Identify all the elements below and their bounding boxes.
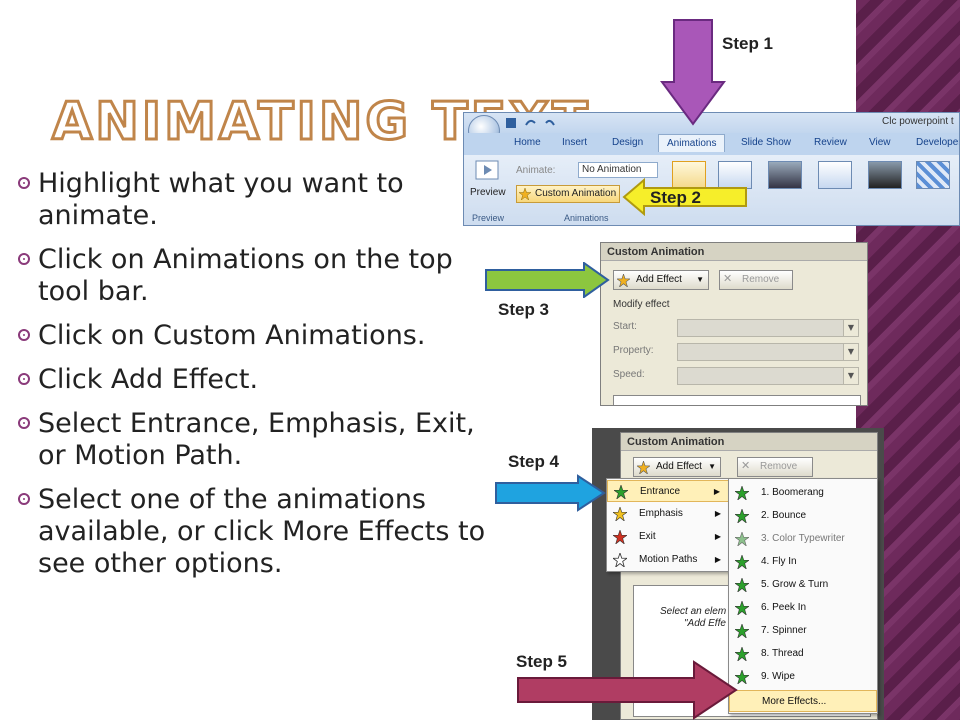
panel-title: Custom Animation <box>601 243 867 261</box>
entrance-submenu: 1. Boomerang 2. Bounce 3. Color Typewrit… <box>728 478 878 714</box>
chevron-right-icon: ▶ <box>714 532 721 541</box>
bullet-marker-icon <box>18 373 30 385</box>
effect-star-icon <box>735 486 749 500</box>
animations-group-label: Animations <box>564 213 609 223</box>
chevron-down-icon: ▼ <box>843 344 858 360</box>
tab-review[interactable]: Review <box>814 137 847 148</box>
effect-star-icon <box>735 532 749 546</box>
submenu-item[interactable]: 6. Peek In <box>729 597 877 619</box>
bullet-item: Click Add Effect. <box>18 364 498 396</box>
step-4-label: Step 4 <box>508 452 560 471</box>
step-1-label: Step 1 <box>722 34 774 53</box>
tab-developer[interactable]: Developer <box>916 137 959 148</box>
menu-item-entrance[interactable]: Entrance ▶ <box>607 480 729 502</box>
add-effect-menu: Entrance ▶ Emphasis ▶ Exit ▶ Motion Paths ▶ <box>606 478 730 572</box>
remove-icon: ✕ <box>741 459 751 472</box>
step-3-arrow-icon <box>485 262 610 298</box>
property-field[interactable]: ▼ <box>677 343 859 361</box>
chevron-right-icon: ▶ <box>713 487 720 496</box>
tab-animations[interactable]: Animations <box>658 134 726 152</box>
emphasis-star-icon <box>613 507 627 521</box>
animate-label: Animate: <box>516 165 556 176</box>
menu-item-motion-paths[interactable]: Motion Paths ▶ <box>607 549 729 571</box>
start-field[interactable]: ▼ <box>677 319 859 337</box>
effect-star-icon <box>735 624 749 638</box>
step-3-label: Step 3 <box>498 300 550 319</box>
transition-thumbnail[interactable] <box>868 161 902 189</box>
tab-insert[interactable]: Insert <box>562 137 587 148</box>
chevron-down-icon: ▼ <box>843 368 858 384</box>
hint-text: "Add Effe <box>684 618 726 629</box>
animate-combo[interactable]: No Animation <box>578 162 658 178</box>
chevron-down-icon: ▼ <box>696 275 704 284</box>
transition-thumbnail[interactable] <box>768 161 802 189</box>
effect-star-icon <box>735 647 749 661</box>
transition-thumbnail[interactable] <box>916 161 950 189</box>
submenu-item[interactable]: 7. Spinner <box>729 620 877 642</box>
tab-slide-show[interactable]: Slide Show <box>741 137 791 148</box>
bullet-item: Highlight what you want to animate. <box>18 168 498 232</box>
start-label: Start: <box>613 321 637 332</box>
speed-field[interactable]: ▼ <box>677 367 859 385</box>
panel-title: Custom Animation <box>621 433 877 451</box>
modify-effect-label: Modify effect <box>613 299 670 310</box>
star-icon <box>617 274 630 287</box>
hint-text: Select an elem <box>660 606 727 617</box>
submenu-item[interactable]: 5. Grow & Turn <box>729 574 877 596</box>
submenu-item[interactable]: 2. Bounce <box>729 505 877 527</box>
step-4-arrow-icon <box>495 474 606 512</box>
window-title: Clc powerpoint t <box>882 116 954 127</box>
entrance-star-icon <box>614 485 628 499</box>
bullet-item: Select one of the animations available, … <box>18 484 498 580</box>
motion-path-star-icon <box>613 553 627 567</box>
submenu-item[interactable]: 4. Fly In <box>729 551 877 573</box>
effect-star-icon <box>735 509 749 523</box>
chevron-down-icon: ▼ <box>708 462 716 471</box>
menu-item-exit[interactable]: Exit ▶ <box>607 526 729 548</box>
remove-icon: ✕ <box>723 272 733 285</box>
submenu-item[interactable]: 3. Color Typewriter <box>729 528 877 550</box>
chevron-down-icon: ▼ <box>843 320 858 336</box>
bullet-marker-icon <box>18 177 30 189</box>
tab-design[interactable]: Design <box>612 137 643 148</box>
ribbon-tabs: Home Insert Design Animations Slide Show… <box>464 133 959 156</box>
step-5-arrow-icon <box>517 660 738 720</box>
star-icon <box>637 461 650 474</box>
bullet-marker-icon <box>18 329 30 341</box>
submenu-item[interactable]: 1. Boomerang <box>729 482 877 504</box>
chevron-right-icon: ▶ <box>714 555 721 564</box>
bullet-marker-icon <box>18 417 30 429</box>
preview-group-label: Preview <box>472 213 505 223</box>
bullet-item: Click on Custom Animations. <box>18 320 498 352</box>
effect-list[interactable] <box>613 395 861 405</box>
effect-star-icon <box>735 555 749 569</box>
quick-access-toolbar-icon[interactable] <box>504 117 564 129</box>
step-1-arrow-icon <box>660 19 726 126</box>
bullet-marker-icon <box>18 493 30 505</box>
preview-icon <box>475 160 499 180</box>
bullet-item: Select Entrance, Emphasis, Exit, or Moti… <box>18 408 498 472</box>
property-label: Property: <box>613 345 654 356</box>
preview-button[interactable]: Preview <box>470 187 506 198</box>
bullet-marker-icon <box>18 253 30 265</box>
submenu-item[interactable]: 9. Wipe <box>729 666 877 688</box>
exit-star-icon <box>613 530 627 544</box>
custom-animation-button[interactable]: Custom Animation <box>516 185 620 203</box>
speed-label: Speed: <box>613 369 645 380</box>
tab-view[interactable]: View <box>869 137 891 148</box>
step-2-label: Step 2 <box>650 188 702 207</box>
transition-thumbnail[interactable] <box>818 161 852 189</box>
effect-star-icon <box>735 601 749 615</box>
bullet-item: Click on Animations on the top tool bar. <box>18 244 498 308</box>
submenu-item[interactable]: 8. Thread <box>729 643 877 665</box>
tab-home[interactable]: Home <box>514 137 541 148</box>
custom-animation-panel: Custom Animation Add Effect ▼ Remove ✕ M… <box>600 242 868 406</box>
star-icon <box>519 188 531 200</box>
more-effects-item[interactable]: More Effects... <box>729 690 877 712</box>
effect-star-icon <box>735 578 749 592</box>
bullet-list: Highlight what you want to animate. Clic… <box>18 168 498 592</box>
chevron-right-icon: ▶ <box>714 509 721 518</box>
menu-item-emphasis[interactable]: Emphasis ▶ <box>607 503 729 525</box>
